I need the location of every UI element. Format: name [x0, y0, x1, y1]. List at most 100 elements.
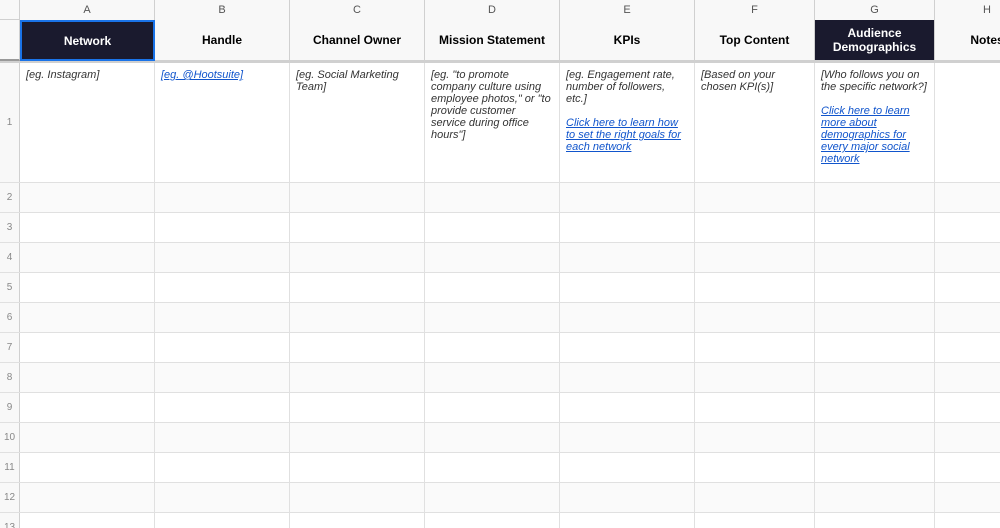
cell-b7[interactable]: [155, 333, 290, 363]
cell-b11[interactable]: [155, 453, 290, 483]
cell-g2[interactable]: [815, 183, 935, 213]
cell-f9[interactable]: [695, 393, 815, 423]
cell-e8[interactable]: [560, 363, 695, 393]
handle-example-link[interactable]: [eg. @Hootsuite]: [161, 69, 243, 81]
cell-g11[interactable]: [815, 453, 935, 483]
cell-e6[interactable]: [560, 303, 695, 333]
cell-h13[interactable]: [935, 513, 1000, 528]
cell-c3[interactable]: [290, 213, 425, 243]
cell-h4[interactable]: [935, 243, 1000, 273]
cell-f2[interactable]: [695, 183, 815, 213]
cell-b13[interactable]: [155, 513, 290, 528]
cell-a5[interactable]: [20, 273, 155, 303]
cell-h5[interactable]: [935, 273, 1000, 303]
cell-g9[interactable]: [815, 393, 935, 423]
cell-e10[interactable]: [560, 423, 695, 453]
cell-h3[interactable]: [935, 213, 1000, 243]
cell-b5[interactable]: [155, 273, 290, 303]
header-network[interactable]: Network: [20, 20, 155, 61]
cell-b8[interactable]: [155, 363, 290, 393]
header-channel-owner[interactable]: Channel Owner: [290, 20, 425, 61]
cell-a6[interactable]: [20, 303, 155, 333]
cell-c11[interactable]: [290, 453, 425, 483]
cell-d3[interactable]: [425, 213, 560, 243]
header-handle[interactable]: Handle: [155, 20, 290, 61]
cell-b10[interactable]: [155, 423, 290, 453]
cell-d4[interactable]: [425, 243, 560, 273]
cell-d13[interactable]: [425, 513, 560, 528]
header-mission-statement[interactable]: Mission Statement: [425, 20, 560, 61]
cell-h9[interactable]: [935, 393, 1000, 423]
cell-e3[interactable]: [560, 213, 695, 243]
cell-e9[interactable]: [560, 393, 695, 423]
header-audience-demographics[interactable]: Audience Demographics: [815, 20, 935, 61]
cell-c7[interactable]: [290, 333, 425, 363]
header-top-content[interactable]: Top Content: [695, 20, 815, 61]
cell-h11[interactable]: [935, 453, 1000, 483]
cell-c5[interactable]: [290, 273, 425, 303]
cell-a12[interactable]: [20, 483, 155, 513]
cell-g13[interactable]: [815, 513, 935, 528]
audience-learn-link[interactable]: Click here to learn more about demograph…: [821, 105, 910, 165]
cell-c2[interactable]: [290, 183, 425, 213]
cell-g6[interactable]: [815, 303, 935, 333]
cell-f13[interactable]: [695, 513, 815, 528]
cell-e1[interactable]: [eg. Engagement rate, number of follower…: [560, 63, 695, 182]
cell-b1[interactable]: [eg. @Hootsuite]: [155, 63, 290, 182]
cell-a10[interactable]: [20, 423, 155, 453]
cell-h2[interactable]: [935, 183, 1000, 213]
cell-e5[interactable]: [560, 273, 695, 303]
cell-a8[interactable]: [20, 363, 155, 393]
cell-f8[interactable]: [695, 363, 815, 393]
cell-g10[interactable]: [815, 423, 935, 453]
cell-b3[interactable]: [155, 213, 290, 243]
cell-c4[interactable]: [290, 243, 425, 273]
cell-a3[interactable]: [20, 213, 155, 243]
cell-a13[interactable]: [20, 513, 155, 528]
cell-d5[interactable]: [425, 273, 560, 303]
cell-g12[interactable]: [815, 483, 935, 513]
header-kpis[interactable]: KPIs: [560, 20, 695, 61]
cell-h6[interactable]: [935, 303, 1000, 333]
cell-c9[interactable]: [290, 393, 425, 423]
cell-e13[interactable]: [560, 513, 695, 528]
cell-f5[interactable]: [695, 273, 815, 303]
cell-g1[interactable]: [Who follows you on the specific network…: [815, 63, 935, 182]
cell-f10[interactable]: [695, 423, 815, 453]
cell-c1[interactable]: [eg. Social Marketing Team]: [290, 63, 425, 182]
cell-f11[interactable]: [695, 453, 815, 483]
cell-h7[interactable]: [935, 333, 1000, 363]
cell-c6[interactable]: [290, 303, 425, 333]
cell-b2[interactable]: [155, 183, 290, 213]
cell-d1[interactable]: [eg. "to promote company culture using e…: [425, 63, 560, 182]
cell-c8[interactable]: [290, 363, 425, 393]
cell-h12[interactable]: [935, 483, 1000, 513]
cell-f4[interactable]: [695, 243, 815, 273]
cell-e12[interactable]: [560, 483, 695, 513]
cell-f1[interactable]: [Based on your chosen KPI(s)]: [695, 63, 815, 182]
cell-d11[interactable]: [425, 453, 560, 483]
cell-a9[interactable]: [20, 393, 155, 423]
cell-d6[interactable]: [425, 303, 560, 333]
cell-c13[interactable]: [290, 513, 425, 528]
cell-c12[interactable]: [290, 483, 425, 513]
cell-e7[interactable]: [560, 333, 695, 363]
cell-f6[interactable]: [695, 303, 815, 333]
cell-a7[interactable]: [20, 333, 155, 363]
cell-h1[interactable]: [935, 63, 1000, 182]
cell-a11[interactable]: [20, 453, 155, 483]
cell-d8[interactable]: [425, 363, 560, 393]
cell-a4[interactable]: [20, 243, 155, 273]
cell-b6[interactable]: [155, 303, 290, 333]
cell-f12[interactable]: [695, 483, 815, 513]
cell-e2[interactable]: [560, 183, 695, 213]
cell-d2[interactable]: [425, 183, 560, 213]
cell-d7[interactable]: [425, 333, 560, 363]
cell-g5[interactable]: [815, 273, 935, 303]
cell-b12[interactable]: [155, 483, 290, 513]
cell-f3[interactable]: [695, 213, 815, 243]
cell-h8[interactable]: [935, 363, 1000, 393]
cell-g7[interactable]: [815, 333, 935, 363]
cell-b9[interactable]: [155, 393, 290, 423]
cell-h10[interactable]: [935, 423, 1000, 453]
